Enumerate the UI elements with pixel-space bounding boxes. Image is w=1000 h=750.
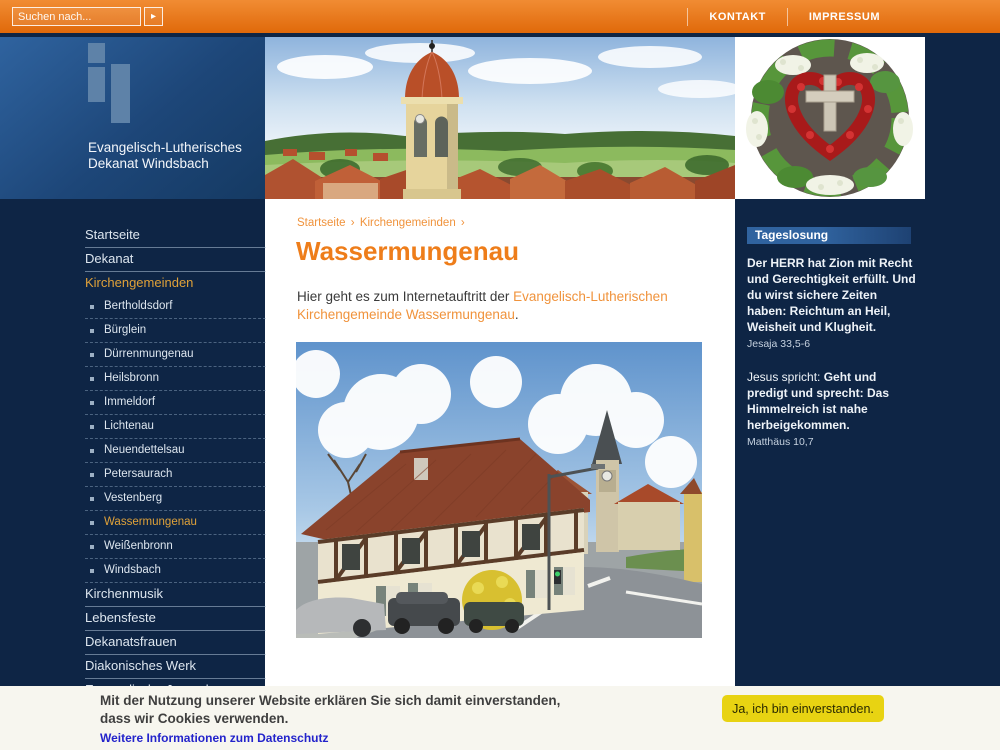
cookie-text-line-2: dass wir Cookies verwenden. — [100, 711, 288, 726]
tageslosung-reference-1: Jesaja 33,5-6 — [747, 338, 917, 350]
sidebar-item-wassermungenau[interactable]: Wassermungenau — [85, 511, 266, 535]
sidebar-item-petersaurach[interactable]: Petersaurach — [85, 463, 266, 487]
impressum-link[interactable]: IMPRESSUM — [787, 8, 901, 26]
sidebar-item-label: Lebensfeste — [85, 610, 156, 625]
sidebar-item-label: Diakonisches Werk — [85, 658, 196, 673]
datenschutz-link[interactable]: Weitere Informationen zum Datenschutz — [100, 731, 328, 745]
breadcrumb-link-kirchengemeinden[interactable]: Kirchengemeinden — [360, 217, 456, 229]
search-form: ▸ — [12, 7, 163, 26]
sidebar-item-label: Startseite — [85, 227, 140, 242]
sidebar-item-windsbach[interactable]: Windsbach — [85, 559, 266, 583]
sidebar-item-label: Bertholdsdorf — [104, 300, 172, 312]
sidebar-item-label: Windsbach — [104, 564, 161, 576]
bullet-square-icon — [90, 425, 94, 429]
tageslosung-widget: Tageslosung Der HERR hat Zion mit Recht … — [747, 227, 917, 448]
sidebar-item-label: Bürglein — [104, 324, 146, 336]
sidebar-item-label: Kirchenmusik — [85, 586, 163, 601]
logo-square-icon — [88, 43, 105, 63]
cookie-banner: Mit der Nutzung unserer Website erklären… — [0, 686, 1000, 750]
sidebar-item-dekanatsfrauen[interactable]: Dekanatsfrauen — [85, 631, 266, 655]
sidebar-item-label: Immeldorf — [104, 396, 155, 408]
sidebar-item-label: Dekanat — [85, 251, 133, 266]
bullet-square-icon — [90, 473, 94, 477]
sidebar-item-label: Neuendettelsau — [104, 444, 185, 456]
logo-square-icon — [88, 67, 105, 102]
sidebar-item-startseite[interactable]: Startseite — [85, 224, 266, 248]
tageslosung-verse-1: Der HERR hat Zion mit Recht und Gerechti… — [747, 255, 917, 335]
tageslosung-reference-2: Matthäus 10,7 — [747, 436, 917, 448]
breadcrumb: Startseite › Kirchengemeinden › — [297, 217, 735, 229]
bullet-square-icon — [90, 401, 94, 405]
sidebar-item-b-rglein[interactable]: Bürglein — [85, 319, 266, 343]
search-input[interactable] — [12, 7, 141, 26]
sidebar-item-dekanat[interactable]: Dekanat — [85, 248, 266, 272]
street-view-photo — [296, 342, 702, 638]
cookie-accept-button[interactable]: Ja, ich bin einverstanden. — [722, 695, 884, 722]
sidebar-item-label: Weißenbronn — [104, 540, 173, 552]
tageslosung-header: Tageslosung — [747, 227, 911, 244]
kontakt-link[interactable]: KONTAKT — [687, 8, 786, 26]
bullet-square-icon — [90, 497, 94, 501]
sidebar-item-neuendettelsau[interactable]: Neuendettelsau — [85, 439, 266, 463]
breadcrumb-link-startseite[interactable]: Startseite — [297, 217, 346, 229]
bullet-square-icon — [90, 353, 94, 357]
site-logo[interactable]: Evangelisch-Lutherisches Dekanat Windsba… — [0, 37, 265, 199]
logo-square-icon — [111, 64, 130, 123]
header-banner: Evangelisch-Lutherisches Dekanat Windsba… — [0, 37, 1000, 199]
search-submit-button[interactable]: ▸ — [144, 7, 163, 26]
bullet-square-icon — [90, 377, 94, 381]
intro-text: Hier geht es zum Internetauftritt der — [297, 289, 513, 304]
sidebar-item-label: Wassermungenau — [104, 516, 197, 528]
sidebar-item-label: Lichtenau — [104, 420, 154, 432]
arrow-right-icon: ▸ — [151, 11, 156, 22]
verse-intro: Jesus spricht: — [747, 370, 824, 384]
intro-paragraph: Hier geht es zum Internetauftritt der Ev… — [297, 288, 711, 324]
sidebar-nav: Startseite Dekanat Kirchengemeinden Berthol… — [85, 224, 266, 727]
main-content: Startseite › Kirchengemeinden › Wassermu… — [265, 199, 735, 750]
bullet-square-icon — [90, 569, 94, 573]
sidebar-item-lebensfeste[interactable]: Lebensfeste — [85, 607, 266, 631]
top-links: KONTAKT IMPRESSUM — [687, 0, 901, 33]
sidebar-item-label: Heilsbronn — [104, 372, 159, 384]
sidebar-item-lichtenau[interactable]: Lichtenau — [85, 415, 266, 439]
sidebar-item-kirchenmusik[interactable]: Kirchenmusik — [85, 583, 266, 607]
cookie-text-line-1: Mit der Nutzung unserer Website erklären… — [100, 693, 560, 708]
sidebar-item-label: Dürrenmungenau — [104, 348, 194, 360]
sidebar-item-d-rrenmungenau[interactable]: Dürrenmungenau — [85, 343, 266, 367]
sidebar-item-label: Dekanatsfrauen — [85, 634, 177, 649]
top-bar: ▸ KONTAKT IMPRESSUM — [0, 0, 1000, 33]
breadcrumb-separator: › — [346, 217, 360, 229]
sidebar-item-bertholdsdorf[interactable]: Bertholdsdorf — [85, 295, 266, 319]
bullet-square-icon — [90, 329, 94, 333]
bullet-square-icon — [90, 305, 94, 309]
sidebar-item-label: Petersaurach — [104, 468, 172, 480]
site-title: Evangelisch-Lutherisches Dekanat Windsba… — [88, 140, 242, 172]
intro-text-end: . — [515, 307, 519, 322]
banner-village-photo — [265, 37, 735, 199]
breadcrumb-separator: › — [456, 217, 467, 229]
sidebar-item-immeldorf[interactable]: Immeldorf — [85, 391, 266, 415]
sidebar-item-wei-enbronn[interactable]: Weißenbronn — [85, 535, 266, 559]
bullet-square-icon — [90, 521, 94, 525]
page-title: Wassermungenau — [296, 236, 735, 267]
sidebar-item-label: Vestenberg — [104, 492, 162, 504]
sidebar-item-label: Kirchengemeinden — [85, 275, 193, 290]
sidebar-item-diakonisches-werk[interactable]: Diakonisches Werk — [85, 655, 266, 679]
sidebar-item-kirchengemeinden[interactable]: Kirchengemeinden — [85, 272, 266, 295]
tageslosung-verse-2: Jesus spricht: Geht und predigt und spre… — [747, 369, 917, 433]
bullet-square-icon — [90, 545, 94, 549]
bullet-square-icon — [90, 449, 94, 453]
banner-garden-photo — [735, 37, 925, 199]
sidebar-item-vestenberg[interactable]: Vestenberg — [85, 487, 266, 511]
sidebar-item-heilsbronn[interactable]: Heilsbronn — [85, 367, 266, 391]
